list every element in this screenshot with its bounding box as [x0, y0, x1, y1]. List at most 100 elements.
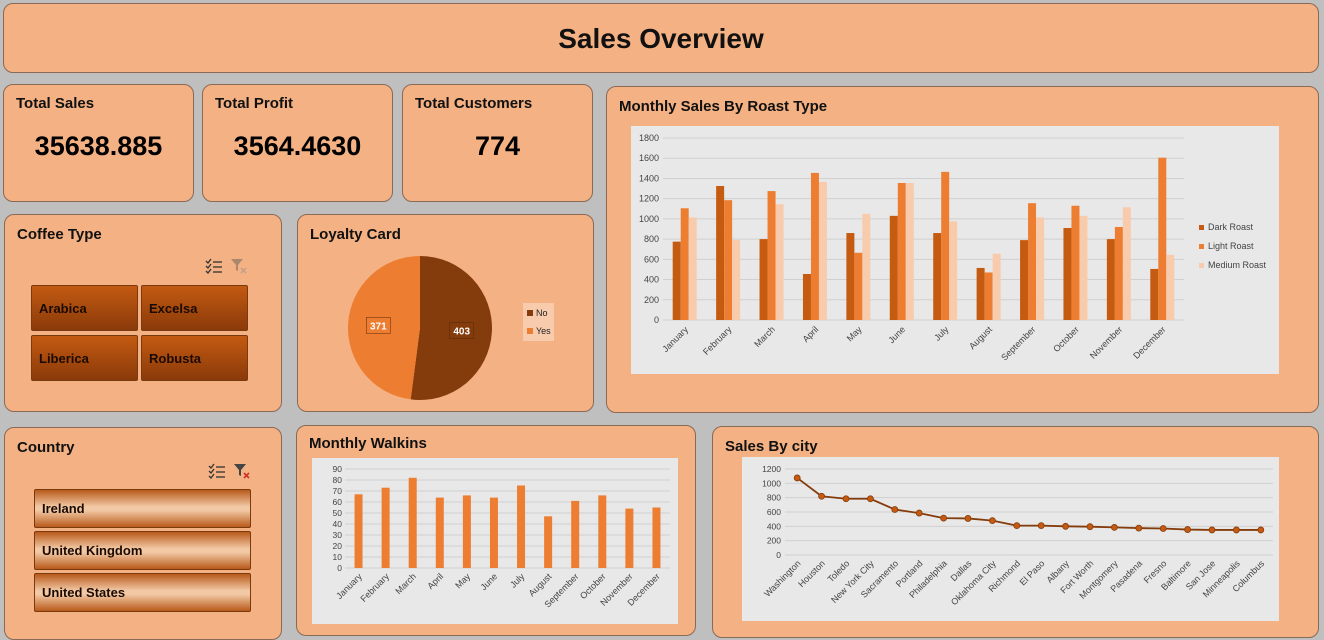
- roast-y-tick-label: 1000: [639, 214, 659, 224]
- city-y-tick-label: 1200: [762, 464, 781, 474]
- walkins-bar-january: [354, 494, 363, 568]
- city-point-new-york-city: [866, 495, 874, 503]
- walkins-panel: Monthly Walkins 0 10 20 30 40 50 60 70 80 90 Janua…: [296, 425, 696, 636]
- roast-legend-label-light-roast: Light Roast: [1208, 241, 1254, 251]
- city-point-oklahoma-city: [988, 517, 996, 524]
- city-point-minneapolis: [1232, 526, 1240, 534]
- walkins-bar-november: [625, 508, 634, 568]
- roast-y-tick-label: 200: [644, 295, 659, 305]
- pie-legend-label-yes: Yes: [536, 326, 551, 336]
- roast-bar-medium-roast-february: [732, 240, 741, 320]
- walkins-y-tick-label: 20: [333, 541, 343, 551]
- roast-x-tick-label: November: [1088, 324, 1124, 360]
- roast-bar-light-roast-june: [897, 182, 906, 320]
- roast-legend-swatch-medium-roast: [1199, 263, 1204, 268]
- total-profit-label: Total Profit: [215, 95, 294, 112]
- roast-bar-dark-roast-january: [672, 241, 681, 320]
- city-point-san-jose: [1208, 526, 1216, 534]
- roast-x-tick-label: August: [967, 324, 994, 351]
- roast-x-tick-label: December: [1131, 324, 1167, 360]
- walkins-bar-december: [652, 507, 661, 568]
- total-profit-value: 3564.4630: [233, 131, 362, 161]
- walkins-bar-august: [544, 516, 553, 568]
- slicer-item-united-states[interactable]: United States: [34, 573, 251, 612]
- roast-x-tick-label: April: [801, 324, 821, 344]
- walkins-bar-june: [489, 497, 498, 568]
- slicer-item-ireland[interactable]: Ireland: [34, 489, 251, 528]
- city-y-tick-label: 600: [767, 507, 781, 517]
- total-sales-card: Total Sales 35638.885: [3, 84, 194, 202]
- walkins-y-tick-label: 60: [333, 497, 343, 507]
- roast-bar-dark-roast-july: [933, 233, 942, 320]
- roast-x-tick-label: June: [886, 324, 907, 345]
- total-customers-card: Total Customers 774: [402, 84, 593, 202]
- walkins-y-tick-label: 30: [333, 530, 343, 540]
- roast-bar-medium-roast-march: [775, 204, 784, 320]
- multi-select-icon[interactable]: [208, 463, 226, 479]
- city-point-philadelphia: [940, 514, 948, 522]
- walkins-y-tick-label: 80: [333, 475, 343, 485]
- roast-bar-dark-roast-august: [976, 267, 985, 320]
- total-customers-value: 774: [474, 131, 521, 161]
- roast-x-tick-label: October: [1051, 324, 1081, 354]
- roast-sales-chart: 0 200 400 600 800 1000 1200 1400 1600 1800 January…: [639, 133, 1267, 363]
- city-point-columbus: [1257, 526, 1265, 534]
- walkins-plot-area: 0 10 20 30 40 50 60 70 80 90 January February March A…: [312, 458, 678, 624]
- walkins-y-tick-label: 40: [333, 519, 343, 529]
- roast-x-tick-label: July: [932, 324, 951, 343]
- slicer-item-excelsa[interactable]: Excelsa: [141, 285, 248, 331]
- roast-bar-light-roast-october: [1071, 205, 1080, 320]
- roast-bar-light-roast-february: [724, 200, 733, 320]
- roast-y-tick-label: 1400: [639, 173, 659, 183]
- city-point-richmond: [1013, 522, 1021, 530]
- roast-bar-light-roast-november: [1114, 226, 1123, 320]
- city-y-tick-label: 1000: [762, 478, 781, 488]
- slicer-item-united-kingdom[interactable]: United Kingdom: [34, 531, 251, 570]
- pie-data-label-no: 403: [453, 327, 470, 338]
- clear-filter-icon[interactable]: [233, 463, 251, 479]
- city-x-tick-label: El Paso: [1018, 558, 1047, 587]
- coffee-type-title: Coffee Type: [17, 226, 102, 243]
- roast-y-tick-label: 400: [644, 275, 659, 285]
- walkins-bar-july: [517, 485, 526, 568]
- roast-bar-dark-roast-february: [716, 186, 725, 320]
- walkins-bar-may: [462, 495, 471, 568]
- roast-bar-medium-roast-january: [688, 217, 697, 320]
- country-slicer: Country Ireland United Kingdom United St…: [4, 427, 282, 640]
- roast-bar-medium-roast-april: [818, 181, 827, 320]
- city-point-toledo: [842, 495, 850, 503]
- walkins-bar-april: [435, 497, 444, 568]
- roast-bar-dark-roast-september: [1020, 240, 1029, 320]
- slicer-item-liberica[interactable]: Liberica: [31, 335, 138, 381]
- multi-select-icon[interactable]: [205, 258, 223, 274]
- header-panel: Sales Overview: [3, 3, 1319, 73]
- roast-legend-swatch-light-roast: [1199, 244, 1204, 249]
- city-sales-chart: 020040060080010001200WashingtonHoustonTo…: [762, 464, 1273, 607]
- city-sales-line: [796, 477, 1261, 531]
- roast-y-tick-label: 1200: [639, 194, 659, 204]
- roast-x-tick-label: January: [660, 324, 690, 354]
- walkins-bar-october: [598, 495, 607, 568]
- roast-x-tick-label: March: [752, 324, 777, 349]
- roast-bar-dark-roast-october: [1063, 227, 1072, 320]
- city-y-tick-label: 0: [776, 550, 781, 560]
- roast-bar-light-roast-may: [854, 252, 863, 320]
- city-x-tick-label: Washington: [762, 558, 802, 598]
- roast-bar-dark-roast-march: [759, 239, 768, 320]
- city-point-el-paso: [1037, 522, 1045, 530]
- pie-data-label-yes: 371: [370, 321, 387, 332]
- total-profit-card: Total Profit 3564.4630: [202, 84, 393, 202]
- city-point-fresno: [1159, 525, 1167, 532]
- slicer-item-arabica[interactable]: Arabica: [31, 285, 138, 331]
- walkins-x-tick-label: February: [359, 571, 392, 604]
- roast-bar-dark-roast-april: [802, 273, 811, 320]
- total-sales-label: Total Sales: [16, 95, 95, 112]
- walkins-chart: 0102030405060708090JanuaryFebruary March A…: [333, 464, 670, 610]
- slicer-item-robusta[interactable]: Robusta: [141, 335, 248, 381]
- total-customers-label: Total Customers: [415, 95, 533, 112]
- roast-legend-label-medium-roast: Medium Roast: [1208, 260, 1267, 270]
- roast-bar-dark-roast-may: [846, 233, 855, 320]
- clear-filter-icon[interactable]: [230, 258, 248, 274]
- roast-bar-dark-roast-june: [889, 215, 898, 320]
- walkins-y-tick-label: 90: [333, 464, 343, 474]
